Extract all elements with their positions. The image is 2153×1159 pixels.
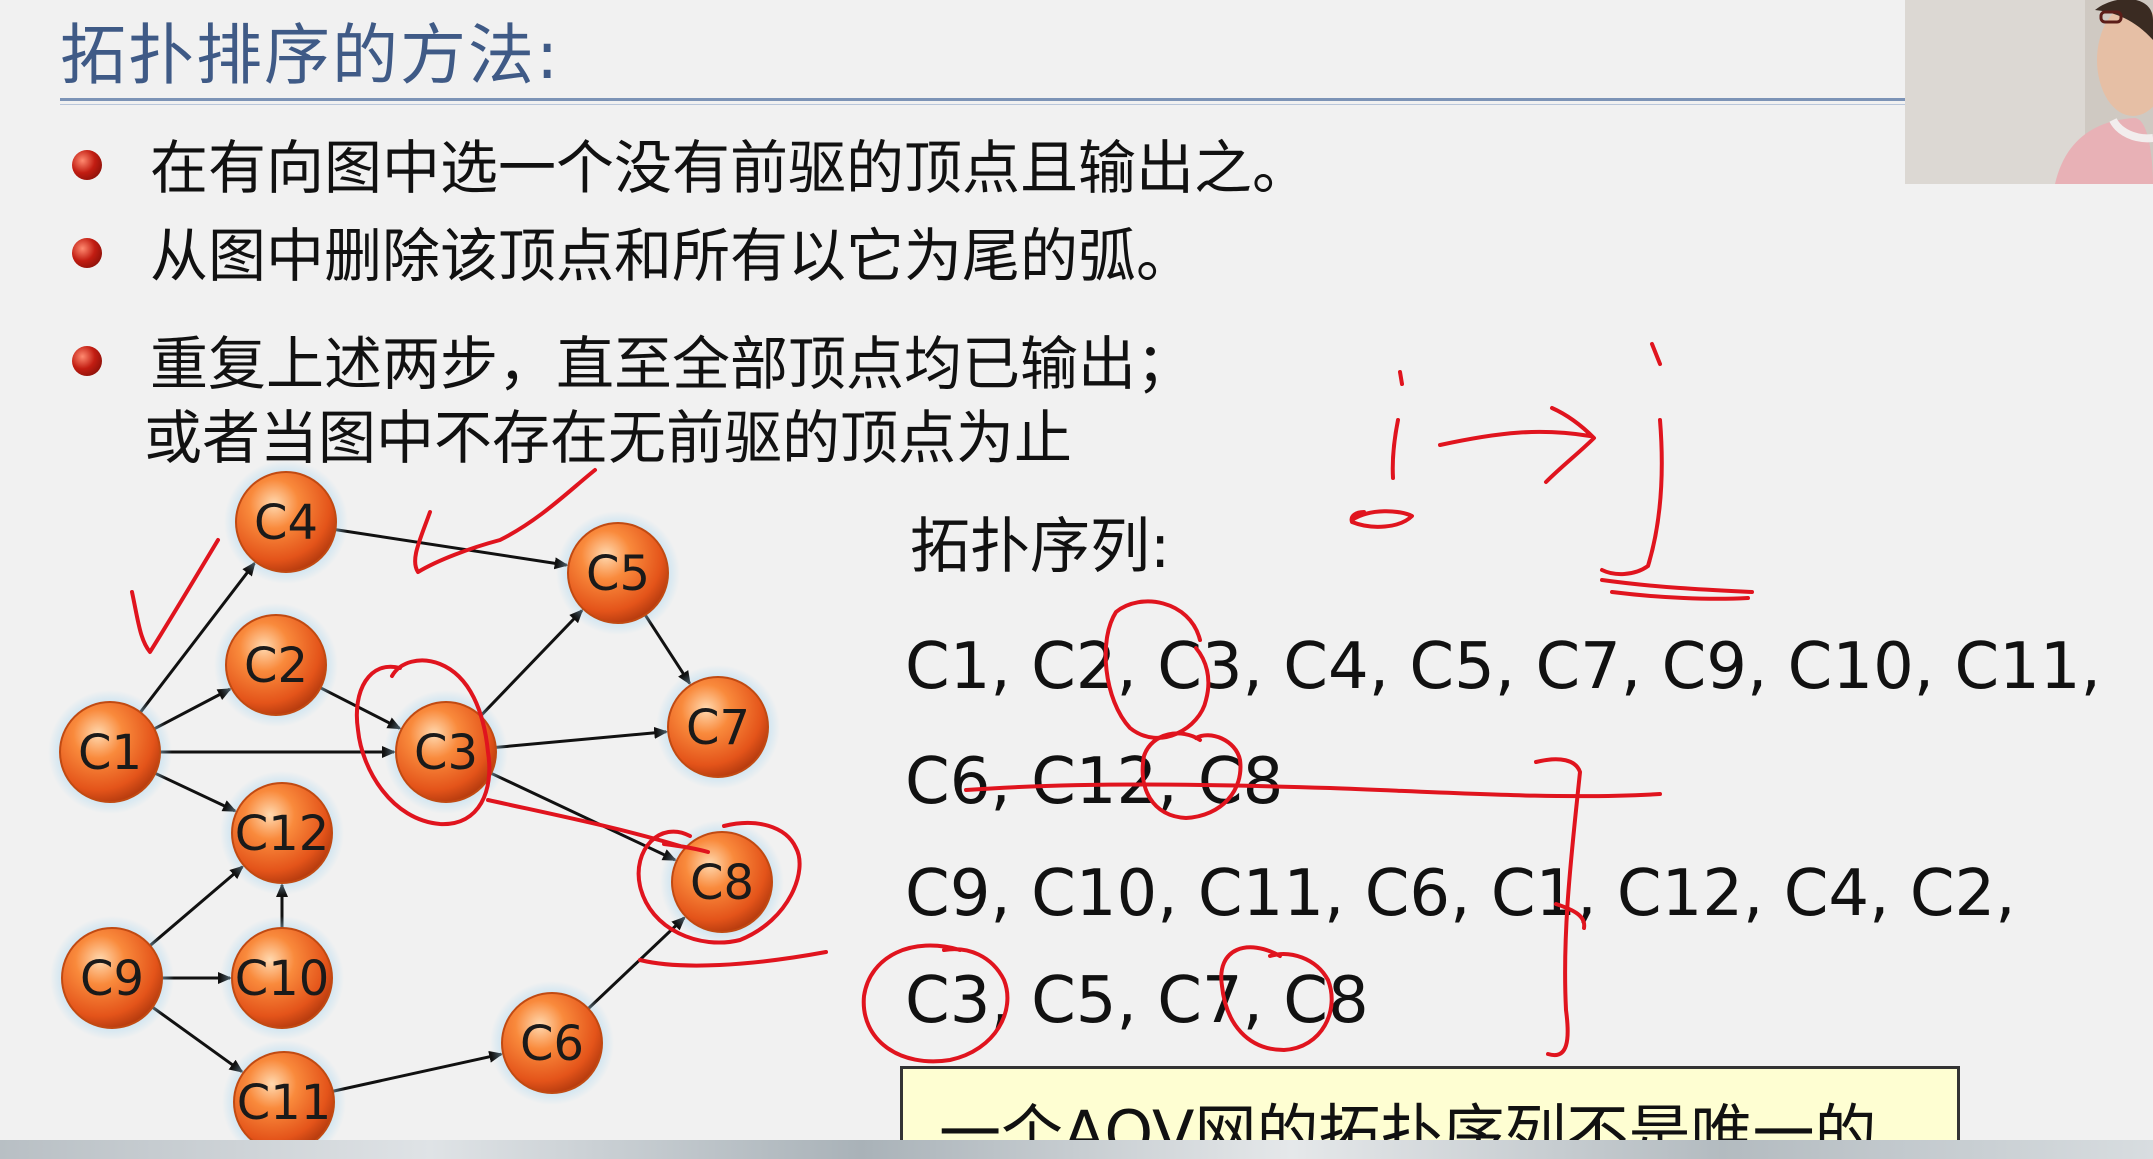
ink-j-letter [1600, 342, 1664, 577]
ink-circle-c3 [354, 658, 492, 827]
ink-j-base [1600, 578, 1754, 601]
ink-annotations [130, 342, 1754, 1064]
ink-right-bracket [1534, 757, 1582, 1058]
ink-c8-tail [638, 950, 828, 968]
slide: 拓扑排序的方法: 在有向图中选一个没有前驱的顶点且输出之。 从图中删除该顶点和所… [0, 0, 2153, 1159]
ink-i-base [1349, 509, 1414, 529]
ink-small-mark [1554, 902, 1587, 930]
bottom-edge-strip [0, 1140, 2153, 1159]
ink-c4-check [130, 538, 220, 654]
ink-circle-seq2-c8 [1219, 945, 1334, 1052]
ink-circle-seq2-c3 [861, 943, 1010, 1064]
ink-circle-seq1-c8 [1140, 731, 1243, 820]
ink-c4-to-c5-scribble [413, 468, 597, 574]
ink-i-letter [1390, 370, 1404, 480]
presenter-avatar [1905, 0, 2153, 184]
ink-c3-to-c8-line [486, 798, 682, 848]
ink-arrow [1438, 406, 1596, 484]
ink-strike-line [964, 782, 1662, 799]
ink-c8-mark [662, 842, 710, 854]
ink-circle-seq1-c3 [1103, 599, 1211, 740]
webcam-overlay [1905, 0, 2153, 184]
